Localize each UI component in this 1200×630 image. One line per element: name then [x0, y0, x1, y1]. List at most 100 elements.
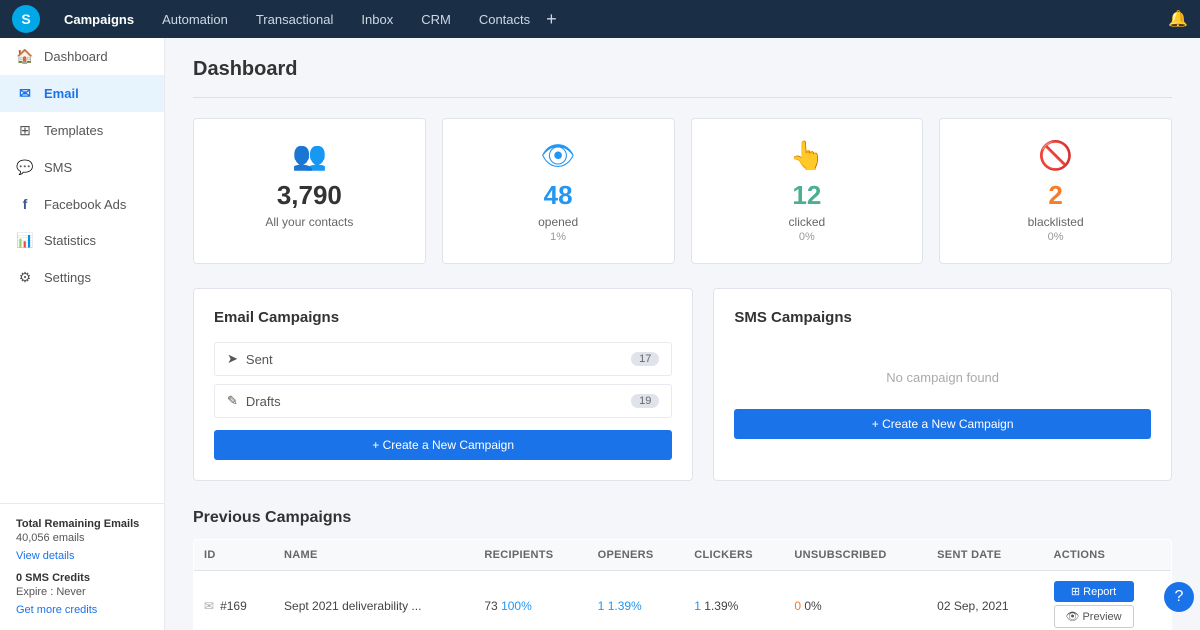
clicked-stat-number: 12: [792, 180, 821, 211]
col-id: ID: [194, 540, 275, 571]
cell-unsubscribed: 0 0%: [784, 571, 927, 630]
email-campaigns-title: Email Campaigns: [214, 309, 672, 326]
nav-automation[interactable]: Automation: [158, 10, 232, 29]
notification-bell-icon[interactable]: 🔔: [1168, 9, 1188, 29]
opened-stat-icon: 👁: [540, 139, 576, 172]
sent-label: Sent: [246, 352, 273, 367]
previous-campaigns-title: Previous Campaigns: [193, 509, 1172, 527]
nav-transactional[interactable]: Transactional: [252, 10, 338, 29]
col-openers: OPENERS: [588, 540, 685, 571]
sms-icon: 💬: [16, 159, 34, 176]
campaigns-table: ID NAME RECIPIENTS OPENERS CLICKERS UNSU…: [193, 539, 1172, 630]
sidebar-label-statistics: Statistics: [44, 233, 96, 248]
opened-stat-label: opened: [538, 215, 578, 229]
create-sms-campaign-button[interactable]: + Create a New Campaign: [734, 409, 1151, 439]
get-more-credits-link[interactable]: Get more credits: [16, 604, 97, 616]
blacklisted-stat-number: 2: [1048, 180, 1062, 211]
contacts-stat-icon: 👥: [292, 139, 327, 172]
no-campaign-text: No campaign found: [734, 342, 1151, 397]
sent-campaigns-item[interactable]: ➤ Sent 17: [214, 342, 672, 376]
cell-id: ✉#169: [194, 571, 275, 630]
blacklisted-stat-icon: 🚫: [1038, 139, 1073, 172]
col-sent-date: SENT DATE: [927, 540, 1043, 571]
opened-stat-number: 48: [544, 180, 573, 211]
drafts-edit-icon: ✎: [227, 393, 238, 409]
nav-crm[interactable]: CRM: [417, 10, 455, 29]
sidebar-item-sms[interactable]: 💬 SMS: [0, 149, 164, 186]
topnav: S Campaigns Automation Transactional Inb…: [0, 0, 1200, 38]
contacts-stat-number: 3,790: [277, 180, 342, 211]
sidebar-label-sms: SMS: [44, 160, 72, 175]
remaining-emails-count: 40,056 emails: [16, 532, 148, 544]
sidebar-item-facebook-ads[interactable]: f Facebook Ads: [0, 186, 164, 222]
remaining-emails-title: Total Remaining Emails: [16, 518, 148, 530]
drafts-count-badge: 19: [631, 394, 659, 408]
campaigns-row: Email Campaigns ➤ Sent 17 ✎ Drafts 19 + …: [193, 288, 1172, 481]
report-button[interactable]: ⊞ Report: [1054, 581, 1134, 602]
sidebar-item-email[interactable]: ✉ Email: [0, 75, 164, 112]
email-row-icon: ✉: [204, 599, 214, 613]
page-title: Dashboard: [193, 58, 1172, 81]
app-logo[interactable]: S: [12, 5, 40, 33]
clicked-stat-pct: 0%: [799, 231, 815, 243]
table-row: ✉#169 Sept 2021 deliverability ... 73 10…: [194, 571, 1172, 630]
sidebar-remaining-emails: Total Remaining Emails 40,056 emails Vie…: [0, 503, 164, 630]
nav-add-icon[interactable]: +: [546, 9, 557, 30]
cell-recipients: 73 100%: [474, 571, 587, 630]
cell-actions: ⊞ Report 👁 Preview: [1044, 571, 1172, 630]
sidebar-label-templates: Templates: [44, 123, 103, 138]
nav-inbox[interactable]: Inbox: [357, 10, 397, 29]
col-name: NAME: [274, 540, 474, 571]
sent-label-group: ➤ Sent: [227, 351, 273, 367]
stat-card-contacts: 👥 3,790 All your contacts: [193, 118, 426, 264]
sidebar-label-settings: Settings: [44, 270, 91, 285]
sidebar: 🏠 Dashboard ✉ Email ⊞ Templates 💬 SMS f …: [0, 38, 165, 630]
help-button[interactable]: ?: [1164, 582, 1194, 612]
cell-sent-date: 02 Sep, 2021: [927, 571, 1043, 630]
stat-card-blacklisted: 🚫 2 blacklisted 0%: [939, 118, 1172, 264]
sms-campaigns-title: SMS Campaigns: [734, 309, 1151, 326]
nav-campaigns[interactable]: Campaigns: [60, 10, 138, 29]
opened-stat-pct: 1%: [550, 231, 566, 243]
create-email-campaign-button[interactable]: + Create a New Campaign: [214, 430, 672, 460]
sidebar-label-facebook: Facebook Ads: [44, 197, 126, 212]
drafts-campaigns-item[interactable]: ✎ Drafts 19: [214, 384, 672, 418]
sent-count-badge: 17: [631, 352, 659, 366]
stat-card-clicked: 👆 12 clicked 0%: [691, 118, 924, 264]
sidebar-label-dashboard: Dashboard: [44, 49, 108, 64]
drafts-label: Drafts: [246, 394, 281, 409]
blacklisted-stat-pct: 0%: [1048, 231, 1064, 243]
templates-icon: ⊞: [16, 122, 34, 139]
drafts-label-group: ✎ Drafts: [227, 393, 281, 409]
stats-row: 👥 3,790 All your contacts 👁 48 opened 1%…: [193, 118, 1172, 264]
nav-contacts[interactable]: Contacts: [475, 10, 534, 29]
sidebar-item-statistics[interactable]: 📊 Statistics: [0, 222, 164, 259]
contacts-stat-label: All your contacts: [265, 215, 353, 229]
preview-button[interactable]: 👁 Preview: [1054, 605, 1134, 628]
email-icon: ✉: [16, 85, 34, 102]
cell-openers: 1 1.39%: [588, 571, 685, 630]
sidebar-label-email: Email: [44, 86, 79, 101]
title-divider: [193, 97, 1172, 98]
sidebar-item-templates[interactable]: ⊞ Templates: [0, 112, 164, 149]
cell-name: Sept 2021 deliverability ...: [274, 571, 474, 630]
col-recipients: RECIPIENTS: [474, 540, 587, 571]
facebook-icon: f: [16, 196, 34, 212]
settings-icon: ⚙: [16, 269, 34, 286]
sent-arrow-icon: ➤: [227, 351, 238, 367]
statistics-icon: 📊: [16, 232, 34, 249]
view-details-link[interactable]: View details: [16, 550, 75, 562]
sidebar-item-dashboard[interactable]: 🏠 Dashboard: [0, 38, 164, 75]
sidebar-item-settings[interactable]: ⚙ Settings: [0, 259, 164, 296]
cell-clickers: 1 1.39%: [684, 571, 784, 630]
col-actions: ACTIONS: [1044, 540, 1172, 571]
clicked-stat-icon: 👆: [789, 139, 824, 172]
app-layout: 🏠 Dashboard ✉ Email ⊞ Templates 💬 SMS f …: [0, 38, 1200, 630]
sms-campaigns-box: SMS Campaigns No campaign found + Create…: [713, 288, 1172, 481]
sms-credits-title: 0 SMS Credits: [16, 572, 148, 584]
col-clickers: CLICKERS: [684, 540, 784, 571]
sms-expire: Expire : Never: [16, 586, 148, 598]
main-content: Dashboard 👥 3,790 All your contacts 👁 48…: [165, 38, 1200, 630]
clicked-stat-label: clicked: [789, 215, 826, 229]
blacklisted-stat-label: blacklisted: [1028, 215, 1084, 229]
